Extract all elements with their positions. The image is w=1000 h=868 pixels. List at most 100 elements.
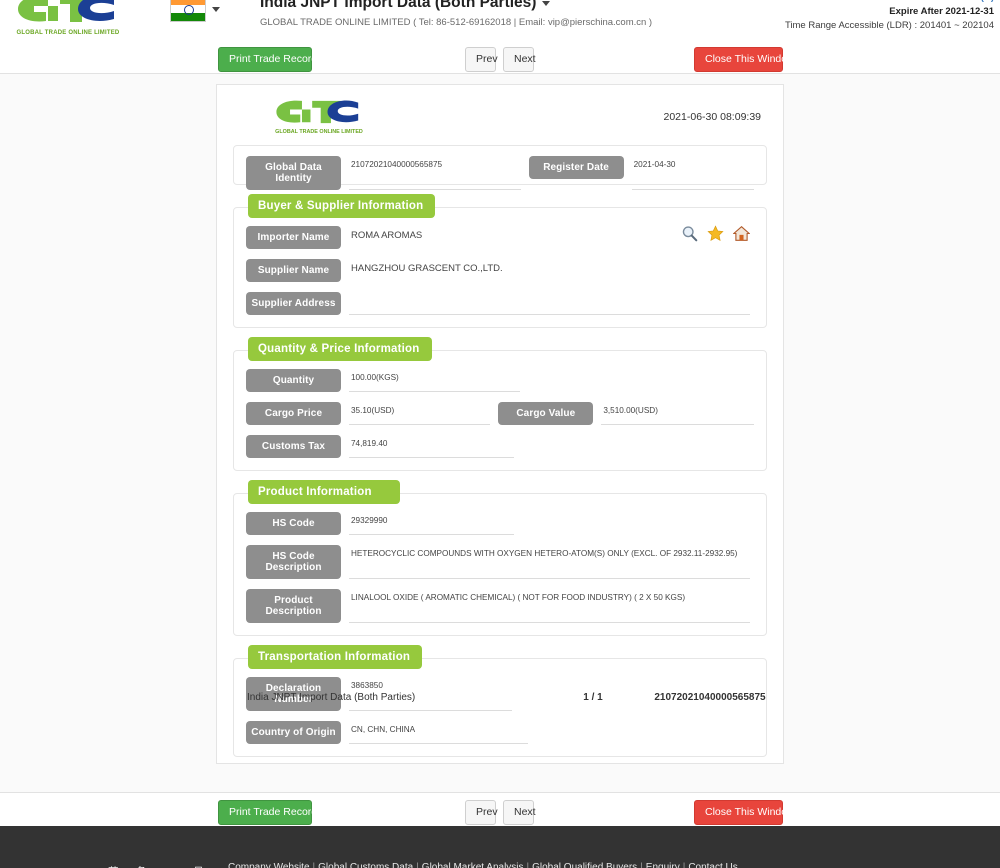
star-icon[interactable] [707,225,724,242]
footer-link-enquiry[interactable]: Enquiry [646,862,680,868]
transportation-information-panel: Transportation Information Declaration N… [233,645,767,757]
trade-record-document: GLOBAL TRADE ONLINE LIMITED 2021-06-30 0… [216,84,784,764]
transportation-information-rows: Declaration Number 3863850 Country of Or… [234,659,766,756]
cargo-value-label: Cargo Value [498,402,594,425]
footer-link-global-customs-data[interactable]: Global Customs Data [318,862,413,868]
record-actions [681,225,750,242]
footer-link-global-market-analysis[interactable]: Global Market Analysis [422,862,524,868]
country-of-origin-row: Country of Origin CN, CHN, CHINA [246,721,754,744]
footer-link-contact-us[interactable]: Contact Us [688,862,737,868]
close-window-button[interactable]: Close This Window [694,47,795,72]
quantity-price-panel-title: Quantity & Price Information [248,337,432,361]
product-description-value: LINALOOL OXIDE ( AROMATIC CHEMICAL) ( NO… [349,589,750,623]
footer-link-global-qualified-buyers[interactable]: Global Qualified Buyers [532,862,637,868]
quantity-row: Quantity 100.00(KGS) [246,369,754,392]
product-information-panel: Product Information HS Code 29329990 HS … [233,480,767,636]
supplier-address-row: Supplier Address [246,292,754,315]
quantity-label: Quantity [246,369,341,392]
top-header: GLOBAL TRADE ONLINE LIMITED India JNPT I… [0,0,1000,40]
supplier-name-row: Supplier Name HANGZHOU GRASCENT CO.,LTD. [246,259,754,282]
account-info: GLOBAL TRADE ONLINE LIMITED (H) Expire A… [785,0,994,33]
country-of-origin-label: Country of Origin [246,721,341,744]
customs-tax-row-filler-value [625,435,754,458]
chevron-down-icon[interactable] [212,6,220,12]
register-date-value: 2021-04-30 [631,156,754,190]
hs-code-row-filler-value [625,512,754,535]
footer-sep: | [682,862,686,868]
document-record-id: 21072021040000565875 [654,692,766,703]
page-title: India JNPT Import Data (Both Parties) [260,0,652,12]
hs-code-description-value: HETEROCYCLIC COMPOUNDS WITH OXYGEN HETER… [349,545,750,579]
quantity-value: 100.00(KGS) [349,369,520,392]
supplier-name-label: Supplier Name [246,259,341,282]
cargo-price-value: 35.10(USD) [349,402,491,425]
document-timestamp: 2021-06-30 08:09:39 [663,111,762,123]
gtc-logo-mark [276,100,359,124]
brand-logo-subtitle: GLOBAL TRADE ONLINE LIMITED [16,30,120,36]
hs-code-value: 29329990 [349,512,515,535]
footer-sep: | [312,862,316,868]
close-window-button-bottom[interactable]: Close This Window [694,800,795,825]
document-source-label: India JNPT Import Data (Both Parties) [247,692,416,703]
page-title-text: India JNPT Import Data (Both Parties) [260,0,537,11]
global-data-identity-label: Global Data Identity [246,156,341,190]
prev-button[interactable]: Prev [465,47,498,72]
account-expire: Expire After 2021-12-31 [889,6,994,17]
global-data-identity-value: 21072021040000565875 [349,156,521,190]
transportation-information-panel-title: Transportation Information [248,645,423,669]
next-button-bottom[interactable]: Next [503,800,536,825]
cargo-value-value: 3,510.00(USD) [601,402,755,425]
cargo-price-row: Cargo Price 35.10(USD) Cargo Value 3,510… [246,402,755,425]
country-of-origin-value: CN, CHN, CHINA [349,721,529,744]
country-selector[interactable] [170,0,220,22]
supplier-name-value: HANGZHOU GRASCENT CO.,LTD. [351,263,503,274]
company-contact-line: GLOBAL TRADE ONLINE LIMITED ( Tel: 86-51… [260,17,653,28]
prev-button-bottom[interactable]: Prev [465,800,498,825]
hs-code-description-row: HS Code Description HETEROCYCLIC COMPOUN… [246,545,754,579]
buyer-supplier-panel-title: Buyer & Supplier Information [248,194,436,218]
register-date-label: Register Date [528,156,624,179]
document-footer: India JNPT Import Data (Both Parties) 1 … [233,692,767,703]
document-header: GLOBAL TRADE ONLINE LIMITED 2021-06-30 0… [233,95,767,143]
product-description-row: Product Description LINALOOL OXIDE ( ARO… [246,589,754,623]
title-chevron-down-icon[interactable] [542,0,551,6]
site-footer: 苏ICP备14033305号 Company Website|Global Cu… [0,826,1000,868]
origin-row-filler-value [639,721,754,744]
quantity-price-rows: Quantity 100.00(KGS) Cargo Price 35.10(U… [234,351,766,470]
toolbar-bottom: Print Trade Record(s) Prev Next Close Th… [0,792,1000,826]
account-time-range: Time Range Accessible (LDR) : 201401 ~ 2… [784,20,994,31]
identity-panel: Global Data Identity 2107202104000056587… [233,145,767,190]
search-icon[interactable] [681,225,698,242]
hs-code-row: HS Code 29329990 [246,512,754,535]
product-description-label: Product Description [246,589,341,623]
next-button[interactable]: Next [503,47,536,72]
print-trade-records-button-bottom[interactable]: Print Trade Record(s) [218,800,329,825]
quantity-price-panel: Quantity & Price Information Quantity 10… [233,337,767,471]
quantity-row-filler-value [631,369,754,392]
footer-link-company-website[interactable]: Company Website [228,862,310,868]
gtc-logo-mark [18,0,114,22]
footer-links: Company Website | Global Customs Data | Glob… [228,862,738,868]
footer-sep: | [640,862,643,868]
customs-tax-value: 74,819.40 [349,435,515,458]
product-information-panel-title: Product Information [248,480,400,504]
supplier-address-label: Supplier Address [246,292,341,315]
document-logo-subtitle: GLOBAL TRADE ONLINE LIMITED [275,129,363,135]
hs-code-description-label: HS Code Description [246,545,341,579]
supplier-address-value [349,292,750,315]
print-trade-records-button[interactable]: Print Trade Record(s) [218,47,329,72]
document-page-indicator: 1 / 1 [583,692,603,703]
identity-row: Global Data Identity 2107202104000056587… [246,156,754,190]
brand-logo[interactable]: GLOBAL TRADE ONLINE LIMITED [14,0,122,36]
footer-sep: | [416,862,419,868]
footer-sep: | [526,862,530,868]
title-block: India JNPT Import Data (Both Parties) GL… [260,0,652,28]
document-logo: GLOBAL TRADE ONLINE LIMITED [273,97,365,135]
home-icon[interactable] [733,225,750,242]
cargo-price-label: Cargo Price [246,402,341,425]
customs-tax-row: Customs Tax 74,819.40 [246,435,754,458]
icp-license: 苏ICP备14033305号 [108,864,204,868]
product-information-rows: HS Code 29329990 HS Code Description HET… [234,494,766,635]
importer-name-row: Importer Name ROMA AROMAS [246,225,754,249]
customs-tax-label: Customs Tax [246,435,341,458]
